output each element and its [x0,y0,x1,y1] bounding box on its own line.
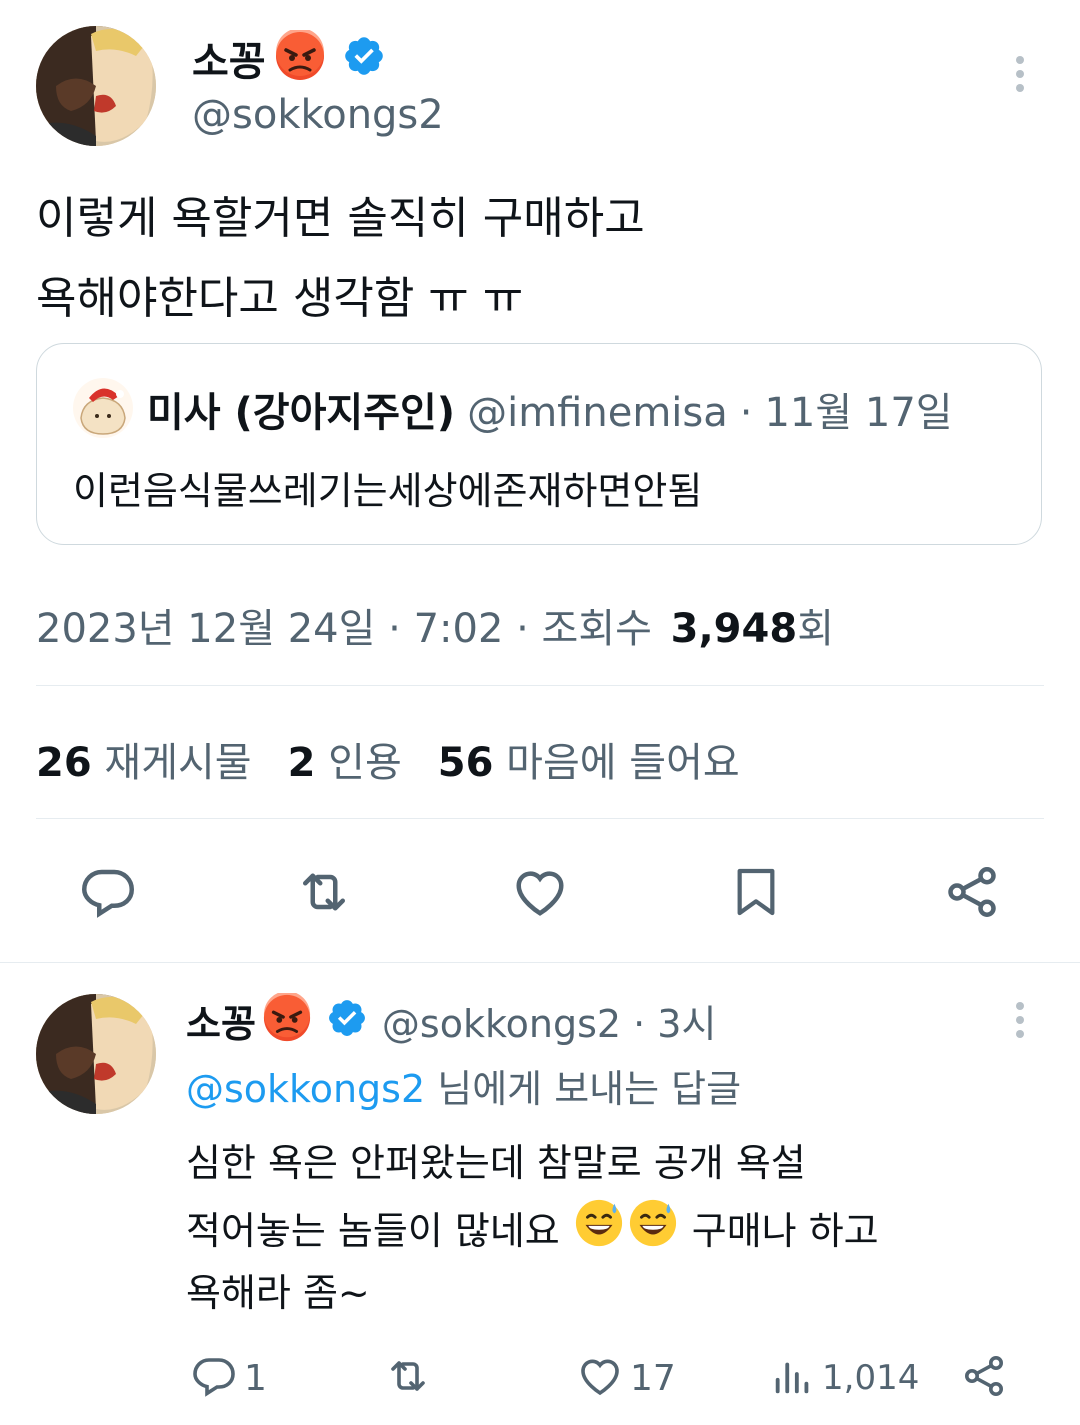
author-handle[interactable]: @sokkongs2 [192,92,444,138]
divider-top [36,685,1044,686]
quoted-author-handle[interactable]: @imfinemisa [467,390,728,436]
quoted-text: 이런음식물쓰레기는세상에존재하면안됨 [73,469,703,513]
reply-share-button[interactable] [960,1352,1008,1404]
tweet-text-line-2: 욕해야한다고 생각함 ㅠ ㅠ [36,273,524,324]
quotes-stat[interactable]: 2 인용 [288,730,402,788]
divider-middle [36,818,1044,819]
quotes-label: 인용 [328,740,402,786]
tweet-text-line-1: 이렇게 욕할거면 솔직히 구매하고 [36,193,645,244]
reply-like-button[interactable]: 17 [576,1352,676,1404]
quoted-avatar [73,378,133,438]
reply-icon[interactable] [78,862,138,922]
reply-text-line-1: 심한 욕은 안퍼왔는데 참말로 공개 욕설 [186,1141,806,1185]
reply-views-button[interactable]: 1,014 [770,1352,919,1404]
quoted-separator: · [739,390,753,436]
quotes-count: 2 [287,740,316,786]
share-icon [960,1356,1008,1404]
retweets-count: 26 [36,740,92,786]
reply-author-name[interactable]: 소꽁 [186,993,256,1048]
reply-reply-button[interactable]: 1 [190,1352,267,1404]
retweet-icon[interactable] [292,862,356,922]
angry-face-emoji [262,991,312,1047]
tweet-timestamp[interactable]: 2023년 12월 24일 · 7:02 · 조회수 [36,606,652,652]
grinning-sweat-emoji [628,1198,678,1257]
author-name[interactable]: 소꽁 [192,29,266,87]
retweets-label: 재게시물 [104,740,252,786]
reply-text-line-2b: 구매나 하고 [691,1209,879,1253]
replying-to-link[interactable]: @sokkongs2 [186,1067,425,1111]
reply-handle-time[interactable]: @sokkongs2 · 3시 [382,993,717,1048]
bookmark-icon[interactable] [728,862,784,922]
likes-stat[interactable]: 56 마음에 들어요 [438,730,740,788]
reply-text-line-2a: 적어놓는 놈들이 많네요 [186,1209,560,1253]
grinning-sweat-emoji [574,1198,624,1257]
replying-to-label: 님에게 보내는 답글 [437,1067,742,1111]
retweet-icon [382,1361,434,1404]
reply-text-line-3: 욕해라 좀~ [186,1271,370,1315]
like-icon[interactable] [510,862,570,922]
author-avatar[interactable] [36,26,156,146]
verified-badge-icon [342,34,386,82]
likes-label: 마음에 들어요 [506,740,740,786]
section-separator [0,962,1080,963]
likes-count: 56 [437,740,494,786]
retweets-stat[interactable]: 26 재게시물 [36,730,252,788]
like-icon [576,1352,624,1404]
reply-like-count: 17 [630,1357,676,1399]
reply-views-count: 1,014 [822,1358,920,1398]
angry-face-emoji [274,28,326,86]
reply-retweet-button[interactable] [382,1352,434,1404]
verified-badge-icon [326,997,368,1043]
kebab-menu-icon[interactable] [1010,56,1030,98]
views-suffix: 회 [797,606,834,652]
quoted-tweet-card[interactable]: 미사 (강아지주인) @imfinemisa · 11월 17일 이런음식물쓰레… [36,343,1042,545]
quoted-date: 11월 17일 [764,390,953,436]
quoted-author-name[interactable]: 미사 (강아지주인) [147,380,455,438]
reply-author-avatar[interactable] [36,994,156,1114]
reply-count: 1 [244,1357,267,1399]
share-icon[interactable] [942,862,1002,922]
reply-kebab-menu-icon[interactable] [1010,1002,1030,1044]
views-count: 3,948 [670,606,798,652]
views-icon [770,1352,816,1404]
reply-icon [190,1352,238,1404]
